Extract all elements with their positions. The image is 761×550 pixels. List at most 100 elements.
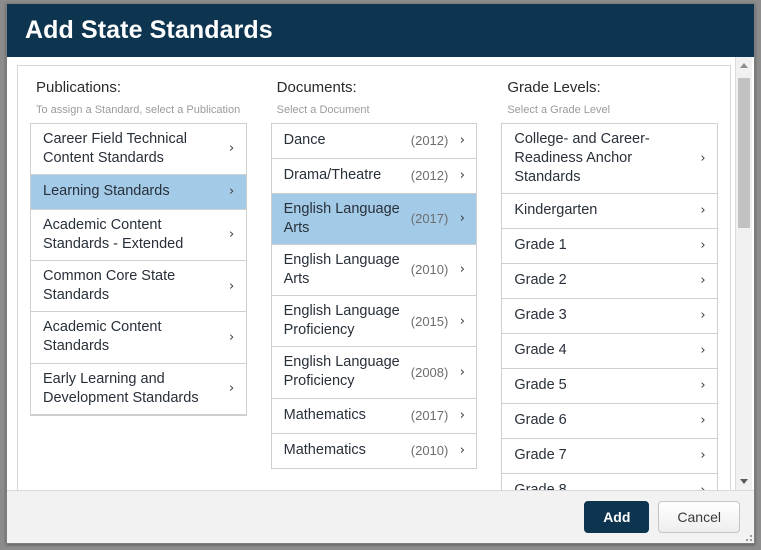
document-list-item-label: Dance (283, 132, 326, 149)
document-list-item[interactable]: Drama/Theatre (2012) › (271, 158, 477, 194)
chevron-right-icon: › (700, 203, 706, 219)
publication-list-item[interactable]: Academic Content Standards › (31, 312, 246, 364)
document-list-item-year: (2010) (410, 262, 449, 278)
publication-list-item-label: Academic Content Standards - Extended (43, 216, 184, 252)
document-list-item-year: (2015) (410, 313, 449, 329)
chevron-right-icon: › (459, 211, 465, 227)
publication-list-item[interactable]: Early Learning and Development Standards… (31, 363, 246, 415)
chevron-right-icon: › (700, 413, 706, 429)
documents-title: Documents: (276, 79, 357, 96)
column-publications: Publications: To assign a Standard, sele… (18, 79, 259, 490)
dialog-title: Add State Standards (25, 16, 273, 44)
chevron-right-icon: › (459, 364, 465, 380)
dialog-footer: Add Cancel (7, 490, 754, 543)
publication-list-item-label: Learning Standards (43, 183, 170, 200)
grade-level-list-item[interactable]: Grade 8› (502, 473, 717, 490)
documents-list: Dance (2012) › Drama/Theatre (2012) › English … (270, 122, 478, 469)
publication-list-item-label: Common Core State Standards (43, 268, 176, 304)
document-list-item-label: English Language Proficiency (283, 303, 400, 339)
add-button[interactable]: Add (584, 500, 650, 534)
grade-level-list-item-label: Grade 5 (514, 377, 567, 394)
grade-level-list-item[interactable]: Kindergarten › (502, 193, 717, 229)
document-list-item-year: (2012) (410, 168, 449, 184)
grade-level-list-item[interactable]: Grade 6 › (502, 403, 717, 439)
add-state-standards-dialog: Add State Standards Publications: To ass… (6, 3, 755, 544)
chevron-right-icon: › (229, 184, 235, 200)
chevron-right-icon: › (459, 262, 465, 278)
chevron-right-icon: › (700, 150, 706, 166)
chevron-right-icon: › (459, 443, 465, 459)
document-list-item-label: English Language Proficiency (283, 354, 400, 390)
document-list-item[interactable]: English Language Arts (2010) › (271, 244, 477, 297)
grade-levels-title: Grade Levels: (507, 79, 601, 96)
publication-list-item[interactable]: Learning Standards › (31, 174, 246, 210)
chevron-right-icon: › (229, 141, 235, 157)
chevron-right-icon: › (700, 448, 706, 464)
document-list-item-year: (2012) (410, 133, 449, 149)
scrollbar-thumb[interactable] (738, 78, 750, 228)
grade-level-list-item[interactable]: Grade 4 › (502, 333, 717, 369)
chevron-right-icon: › (229, 381, 235, 397)
document-list-item[interactable]: English Language Arts (2017) › (271, 193, 477, 245)
grade-level-list-item[interactable]: Grade 1 › (502, 228, 717, 264)
document-list-item-year: (2010) (410, 443, 449, 459)
chevron-right-icon: › (229, 227, 235, 243)
chevron-right-icon: › (459, 408, 465, 424)
document-list-item[interactable]: English Language Proficiency (2008) › (271, 347, 477, 399)
document-list-item[interactable]: Mathematics (2010) › (271, 433, 477, 469)
document-list-item-year: (2017) (410, 211, 449, 227)
grade-level-list-item[interactable]: Grade 3 › (502, 298, 717, 334)
publication-list-item-label: Academic Content Standards (43, 319, 162, 355)
publication-list-item-label: Early Learning and Development Standards (43, 370, 199, 406)
document-list-item[interactable]: English Language Proficiency (2015) › (271, 296, 477, 348)
publications-subtitle: To assign a Standard, select a Publicati… (36, 103, 241, 116)
grade-level-list-item-label: College- and Career-Readiness Anchor Sta… (514, 130, 650, 185)
chevron-right-icon: › (700, 308, 706, 324)
grade-level-list-item-label: Grade 8 (514, 481, 699, 490)
document-list-item-label: Mathematics (283, 407, 366, 424)
chevron-right-icon: › (700, 378, 706, 394)
dialog-header: Add State Standards (7, 4, 754, 57)
cancel-button[interactable]: Cancel (658, 500, 740, 534)
document-list-item[interactable]: Mathematics (2017) › (271, 398, 477, 434)
vertical-scrollbar[interactable] (735, 57, 752, 490)
chevron-right-icon: › (459, 168, 465, 184)
publication-list-item[interactable]: Career Field Technical Content Standards… (31, 123, 246, 175)
document-list-item-label: Drama/Theatre (283, 167, 382, 184)
document-list-item-label: Mathematics (283, 442, 366, 459)
grade-level-list-item-label: Grade 7 (514, 447, 567, 464)
document-list-item-year: (2008) (410, 364, 449, 380)
chevron-right-icon: › (229, 278, 235, 294)
chevron-right-icon: › (700, 273, 706, 289)
grade-levels-subtitle: Select a Grade Level (507, 103, 611, 116)
grade-level-list-item[interactable]: Grade 2 › (502, 263, 717, 299)
publication-list-item-label: Career Field Technical Content Standards (43, 130, 187, 166)
grade-level-list-item-label: Grade 2 (514, 272, 567, 289)
documents-subtitle: Select a Document (276, 103, 370, 116)
chevron-right-icon: › (229, 329, 235, 345)
grade-level-list-item-label: Grade 1 (514, 237, 567, 254)
chevron-right-icon: › (459, 313, 465, 329)
scroll-down-arrow-icon[interactable] (736, 473, 752, 490)
grade-level-list-item[interactable]: College- and Career-Readiness Anchor Sta… (502, 123, 717, 194)
grade-level-list-item[interactable]: Grade 5 › (502, 368, 717, 404)
grade-level-list-item-label: Grade 6 (514, 412, 567, 429)
columns-panel: Publications: To assign a Standard, sele… (17, 65, 731, 490)
document-list-item[interactable]: Dance (2012) › (271, 123, 477, 159)
publications-title: Publications: (36, 79, 122, 96)
scroll-up-arrow-icon[interactable] (736, 57, 752, 74)
chevron-right-icon: › (459, 133, 465, 149)
grade-level-list-item[interactable]: Grade 7 › (502, 438, 717, 474)
chevron-right-icon: › (699, 484, 707, 490)
column-documents: Documents: Select a Document Dance (2012)… (259, 79, 490, 490)
grade-level-list-item-label: Grade 3 (514, 307, 567, 324)
grade-level-list-item-label: Grade 4 (514, 342, 567, 359)
publication-list-item[interactable]: Academic Content Standards - Extended › (31, 209, 246, 262)
resize-grip-icon[interactable] (742, 531, 752, 541)
document-list-item-year: (2017) (410, 408, 449, 424)
chevron-right-icon: › (700, 238, 706, 254)
grade-level-list-item-label: Kindergarten (514, 202, 598, 219)
dialog-body: Publications: To assign a Standard, sele… (7, 57, 754, 490)
document-list-item-label: English Language Arts (283, 200, 400, 236)
publication-list-item[interactable]: Common Core State Standards › (31, 261, 246, 313)
